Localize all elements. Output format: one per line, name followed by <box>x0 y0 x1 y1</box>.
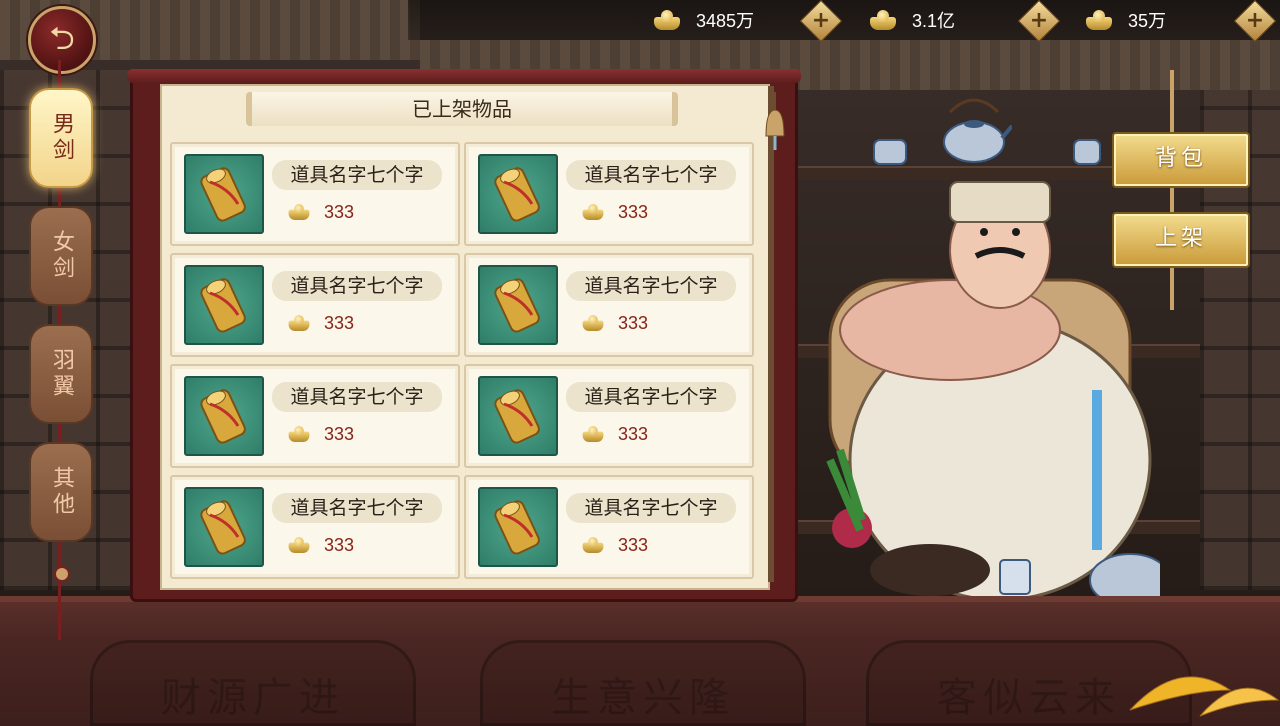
counter-engraving: 财源广进 <box>90 640 416 726</box>
plus-icon: + <box>1245 8 1265 33</box>
counter-engraving: 生意兴隆 <box>480 640 806 726</box>
item-price: 333 <box>284 311 354 335</box>
item-name: 道具名字七个字 <box>272 493 442 523</box>
item-card[interactable]: 道具名字七个字 333 <box>170 364 460 468</box>
item-name: 道具名字七个字 <box>566 160 736 190</box>
item-name: 道具名字七个字 <box>272 382 442 412</box>
price-value: 333 <box>618 312 649 333</box>
item-price: 333 <box>578 533 648 557</box>
ginkgo-leaf-icon <box>1129 676 1280 717</box>
price-value: 333 <box>618 534 649 555</box>
tab-label: 其他 <box>49 466 74 518</box>
back-arrow-icon: ⮌ <box>49 19 75 57</box>
tab-other[interactable]: 其他 <box>29 442 93 542</box>
gold-ingot-icon <box>581 535 605 554</box>
gold-ingot-icon <box>287 202 311 221</box>
cup-icon <box>873 139 907 165</box>
item-price: 333 <box>284 200 354 224</box>
price-value: 333 <box>324 534 355 555</box>
gold-ingot-icon <box>287 313 311 332</box>
price-value: 333 <box>618 423 649 444</box>
tab-label: 羽翼 <box>49 348 74 400</box>
item-price: 333 <box>284 422 354 446</box>
item-name: 道具名字七个字 <box>272 160 442 190</box>
plus-icon: + <box>811 8 831 33</box>
gold-ingot-icon <box>287 424 311 443</box>
back-button[interactable]: ⮌ <box>28 6 96 74</box>
hanging-tassel <box>1170 70 1174 310</box>
scroll-item-icon <box>184 487 264 567</box>
list-item-button[interactable]: 上架 <box>1112 212 1250 268</box>
item-card[interactable]: 道具名字七个字 333 <box>170 475 460 579</box>
price-value: 333 <box>324 201 355 222</box>
currency-display-1: 3485万 <box>652 4 754 36</box>
scroll-item-icon <box>184 265 264 345</box>
item-card[interactable]: 道具名字七个字 333 <box>464 142 754 246</box>
gold-ingot-icon <box>581 313 605 332</box>
currency-display-3: 35万 <box>1084 4 1166 36</box>
item-price: 333 <box>284 533 354 557</box>
scroll-item-icon <box>478 154 558 234</box>
scroll-item-icon <box>478 376 558 456</box>
currency-display-2: 3.1亿 <box>868 4 955 36</box>
item-name: 道具名字七个字 <box>566 271 736 301</box>
item-name: 道具名字七个字 <box>272 271 442 301</box>
gold-ingot-icon <box>1084 8 1114 32</box>
item-card[interactable]: 道具名字七个字 333 <box>170 253 460 357</box>
tab-label: 男剑 <box>49 112 74 164</box>
teapot-icon <box>943 98 1012 163</box>
item-card[interactable]: 道具名字七个字 333 <box>464 253 754 357</box>
scroll-item-icon <box>184 154 264 234</box>
gold-ingot-icon <box>287 535 311 554</box>
item-price: 333 <box>578 200 648 224</box>
price-value: 333 <box>324 312 355 333</box>
scroll-item-icon <box>478 487 558 567</box>
item-card[interactable]: 道具名字七个字 333 <box>170 142 460 246</box>
bell-ornament-icon <box>765 92 785 150</box>
counter-engraving-text: 生意兴隆 <box>551 675 735 721</box>
item-price: 333 <box>578 422 648 446</box>
price-value: 333 <box>324 423 355 444</box>
item-name: 道具名字七个字 <box>566 493 736 523</box>
shopkeeper-npc <box>826 181 1160 600</box>
bag-button[interactable]: 背包 <box>1112 132 1250 188</box>
tab-male-sword[interactable]: 男剑 <box>29 88 93 188</box>
scroll-item-icon <box>184 376 264 456</box>
gold-ingot-icon <box>868 8 898 32</box>
currency-value: 3485万 <box>696 11 755 31</box>
item-price: 333 <box>578 311 648 335</box>
item-card[interactable]: 道具名字七个字 333 <box>464 364 754 468</box>
gold-ingot-icon <box>581 424 605 443</box>
scroll-item-icon <box>478 265 558 345</box>
panel-title: 已上架物品 <box>246 92 678 126</box>
cup-icon <box>1073 139 1101 165</box>
gold-ingot-icon <box>652 8 682 32</box>
item-name: 道具名字七个字 <box>566 382 736 412</box>
price-value: 333 <box>618 201 649 222</box>
knot-ornament <box>54 566 70 582</box>
counter-engraving-text: 财源广进 <box>161 675 345 721</box>
tab-wings[interactable]: 羽翼 <box>29 324 93 424</box>
tab-label: 女剑 <box>49 230 74 282</box>
currency-value: 3.1亿 <box>912 11 956 31</box>
gold-ingot-icon <box>581 202 605 221</box>
plus-icon: + <box>1029 8 1049 33</box>
item-card[interactable]: 道具名字七个字 333 <box>464 475 754 579</box>
tab-female-sword[interactable]: 女剑 <box>29 206 93 306</box>
scroll-rod <box>768 86 774 582</box>
currency-value: 35万 <box>1128 11 1167 31</box>
